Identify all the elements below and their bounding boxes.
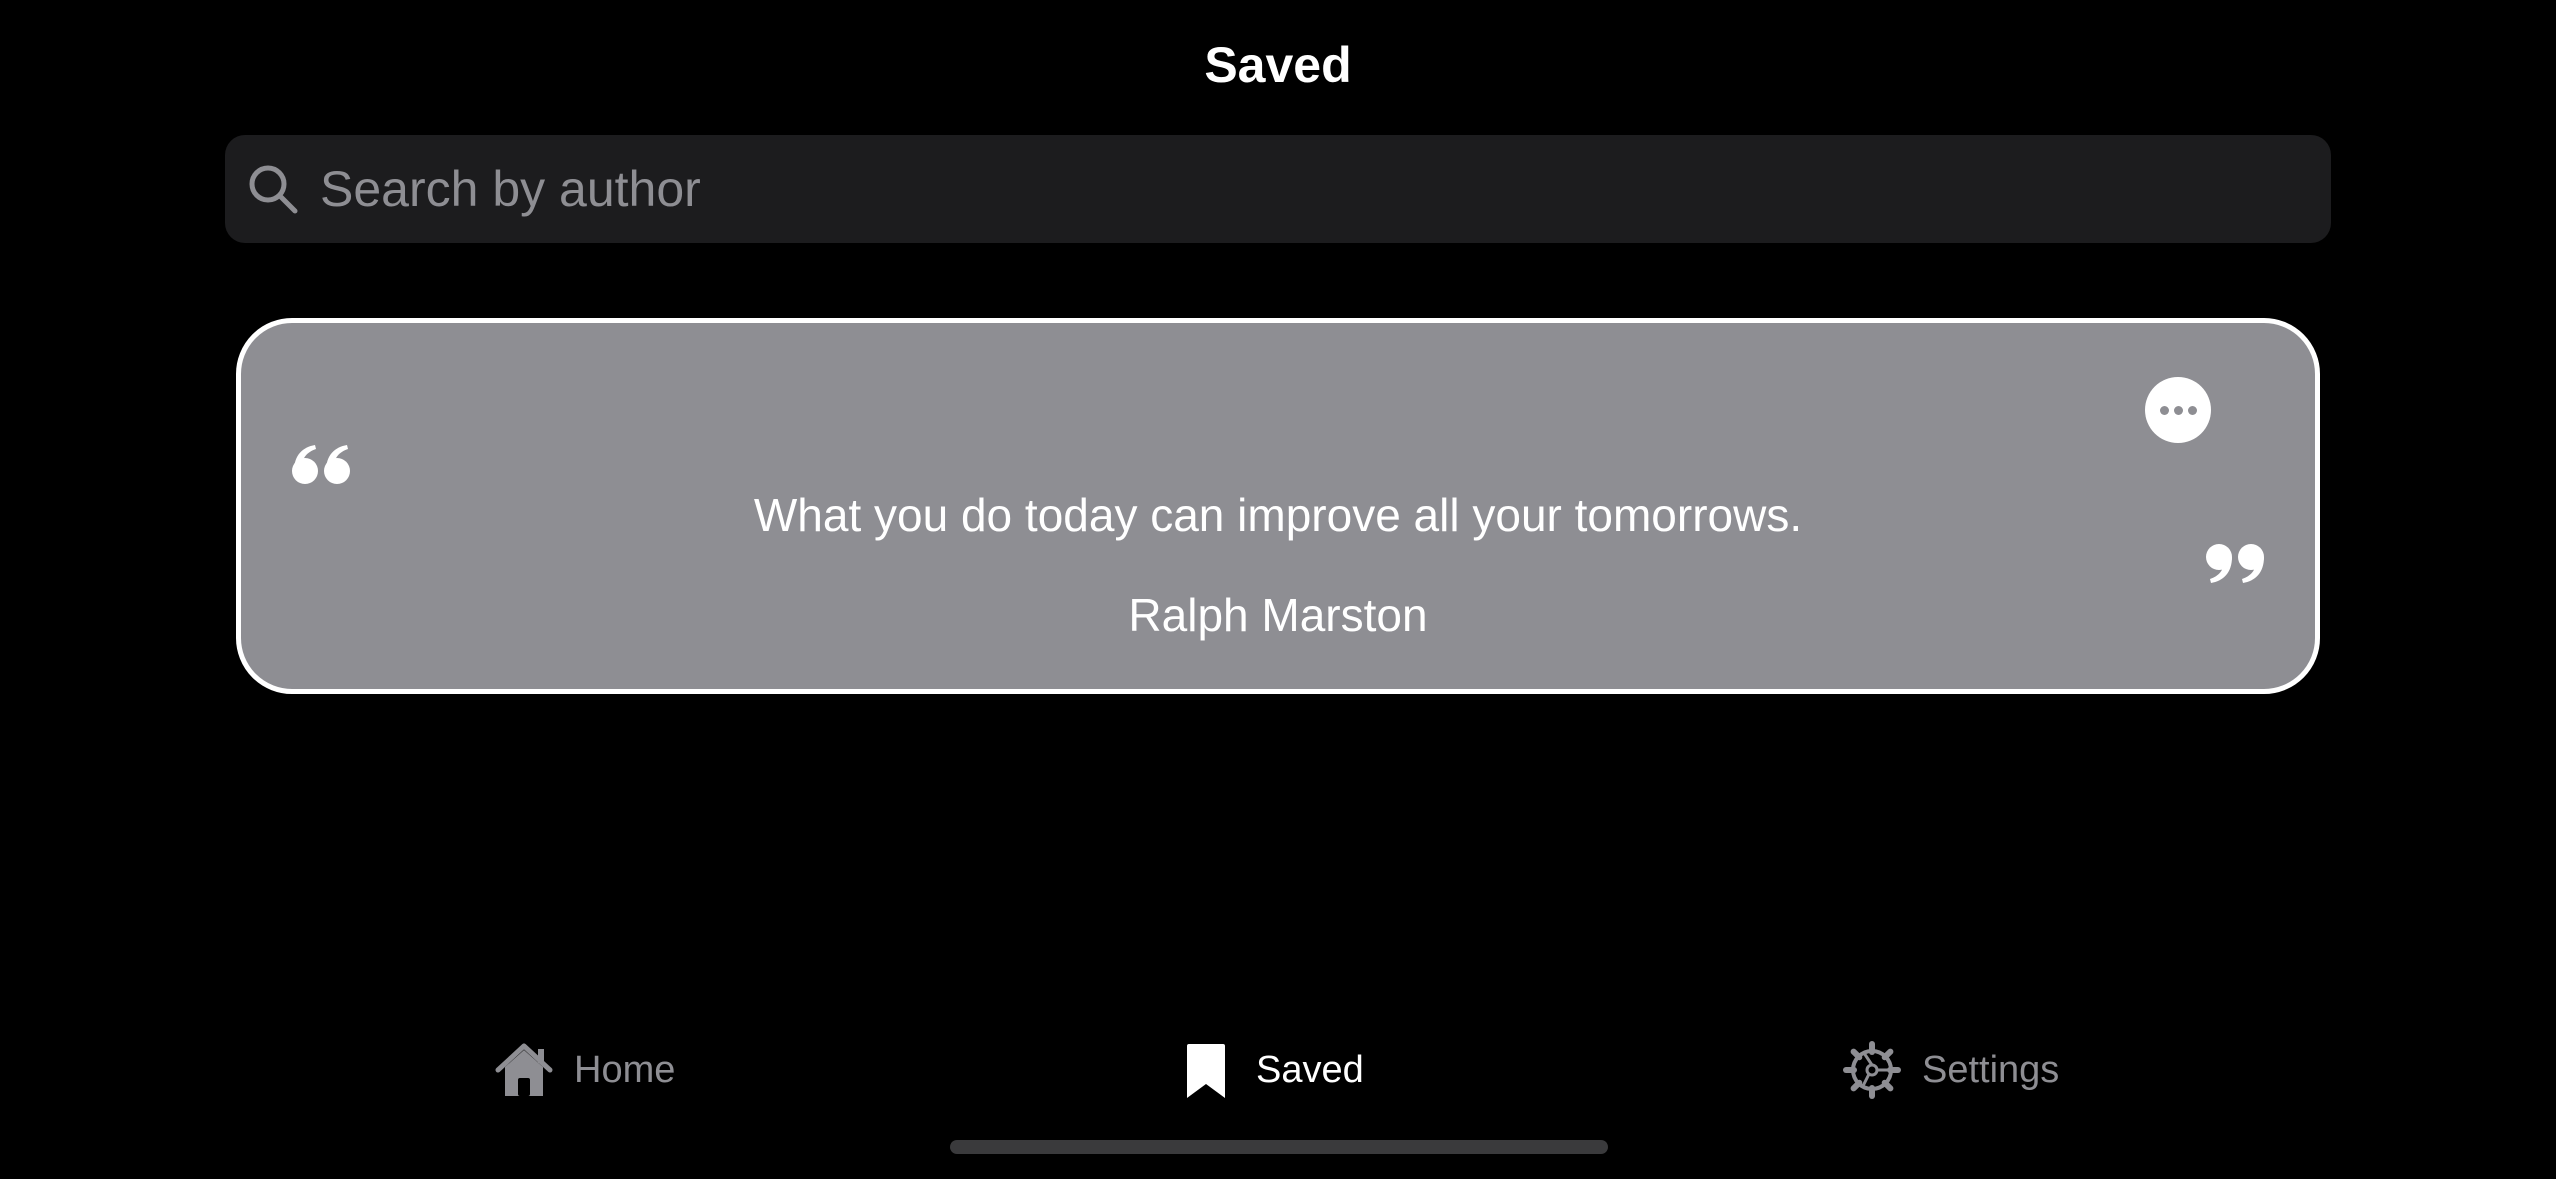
page-title: Saved [1204, 37, 1352, 93]
tab-saved-label: Saved [1256, 1048, 1364, 1091]
tab-bar: Home Saved Settings [0, 1030, 2556, 1110]
ellipsis-dot [2174, 406, 2183, 415]
search-input[interactable] [320, 135, 2300, 243]
bookmark-icon [1187, 1044, 1225, 1098]
search-bar[interactable] [225, 135, 2331, 243]
quote-text: What you do today can improve all your t… [753, 489, 1803, 541]
saved-screen: Saved What you do today can improve all … [0, 0, 2556, 1179]
close-quote-icon [2206, 544, 2264, 583]
tab-settings-label: Settings [1922, 1048, 2060, 1091]
tab-saved[interactable]: Saved [1176, 1030, 1364, 1110]
quote-author: Ralph Marston [1128, 589, 1428, 641]
tab-home[interactable]: Home [494, 1030, 675, 1110]
open-quote-icon [292, 445, 350, 484]
tab-home-label: Home [574, 1048, 676, 1091]
more-options-button[interactable] [2145, 377, 2211, 443]
gear-icon [1843, 1041, 1901, 1099]
house-icon [495, 1043, 553, 1096]
ellipsis-dot [2160, 406, 2169, 415]
ellipsis-dot [2188, 406, 2197, 415]
magnifying-glass-icon [249, 165, 298, 214]
home-indicator [950, 1140, 1608, 1154]
quote-card[interactable]: What you do today can improve all your t… [236, 318, 2320, 694]
tab-settings[interactable]: Settings [1842, 1030, 2059, 1110]
